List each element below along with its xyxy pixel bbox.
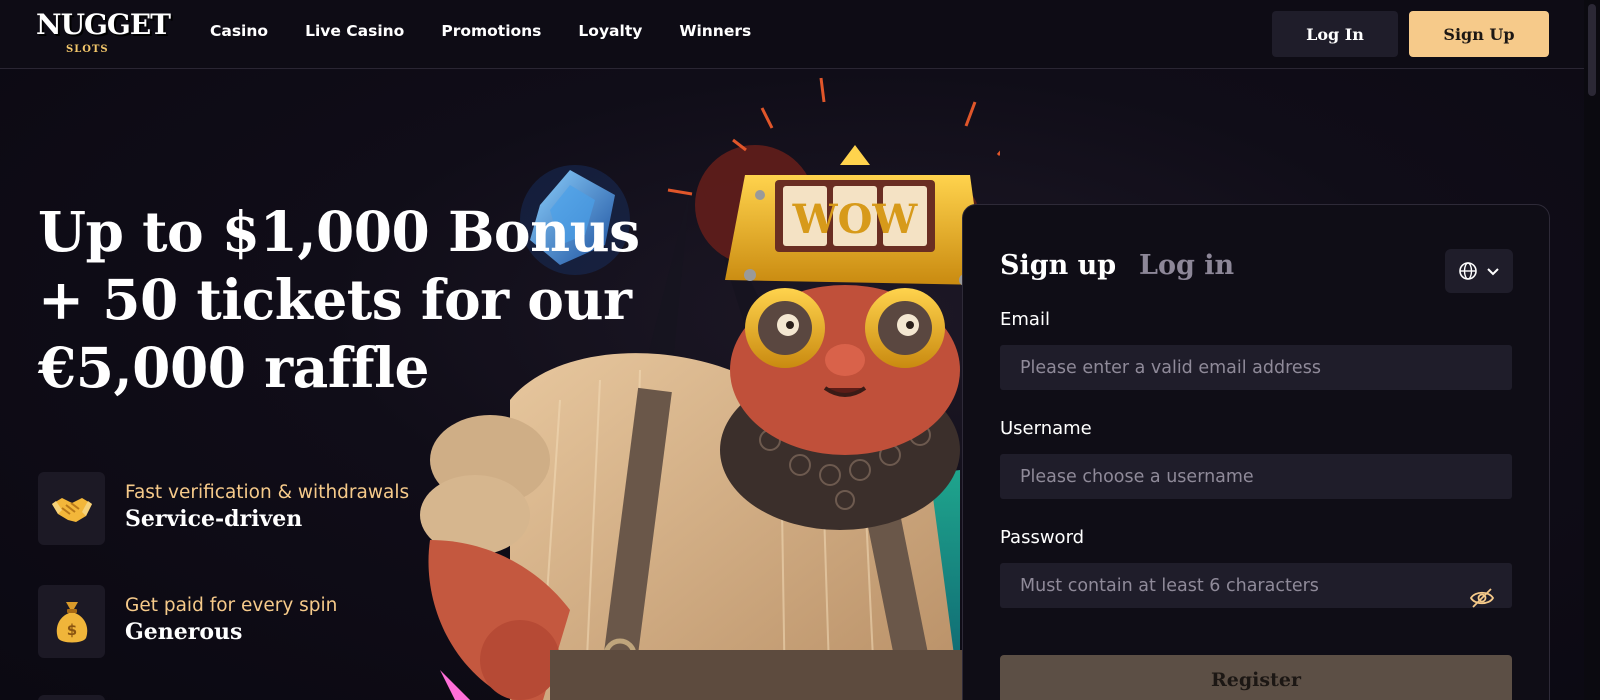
feature-subtitle: Get paid for every spin — [125, 595, 338, 616]
scrollbar-thumb[interactable] — [1588, 4, 1596, 96]
password-field[interactable] — [1000, 563, 1512, 608]
feature-subtitle: Fast verification & withdrawals — [125, 482, 410, 503]
handshake-icon — [51, 497, 92, 522]
toggle-password-visibility-button[interactable] — [1467, 583, 1497, 613]
header-login-button[interactable]: Log In — [1272, 11, 1398, 57]
logo-subtitle: SLOTS — [66, 44, 109, 55]
logo-wordmark: NUGGET — [36, 8, 171, 41]
email-label: Email — [1000, 309, 1050, 330]
nav-item-winners[interactable]: Winners — [679, 22, 751, 40]
feature-icon-box-partial — [38, 695, 105, 700]
password-label: Password — [1000, 527, 1085, 548]
feature-title: Service-driven — [125, 506, 303, 532]
wow-sign-text: WOW — [792, 196, 919, 243]
eye-slash-icon — [1469, 588, 1495, 608]
nav-item-loyalty[interactable]: Loyalty — [578, 22, 642, 40]
page: NUGGET SLOTS Casino Live Casino Promotio… — [0, 0, 1600, 700]
nugget-slots-logo[interactable]: NUGGET SLOTS — [36, 8, 171, 60]
hero-title: Up to $1,000 Bonus + 50 tickets for our … — [38, 198, 678, 402]
tab-signup[interactable]: Sign up — [1000, 250, 1116, 281]
page-scrollbar[interactable] — [1584, 0, 1600, 700]
feature-icon-box: $ — [38, 585, 105, 658]
register-button[interactable]: Register — [1000, 655, 1512, 700]
svg-text:$: $ — [66, 621, 76, 639]
main-nav: Casino Live Casino Promotions Loyalty Wi… — [210, 22, 788, 40]
feature-service-driven: Fast verification & withdrawals Service-… — [38, 472, 458, 547]
header-signup-button[interactable]: Sign Up — [1409, 11, 1549, 57]
tab-login[interactable]: Log in — [1139, 250, 1234, 281]
globe-icon — [1459, 262, 1477, 280]
nav-item-casino[interactable]: Casino — [210, 22, 268, 40]
hero-title-line-2: + 50 tickets for our — [38, 267, 632, 332]
language-selector[interactable] — [1445, 249, 1513, 293]
nav-item-live-casino[interactable]: Live Casino — [305, 22, 404, 40]
hero-title-line-3: €5,000 raffle — [38, 335, 429, 400]
chevron-down-icon — [1487, 268, 1499, 276]
money-bag-icon: $ — [56, 601, 87, 642]
hero-title-line-1: Up to $1,000 Bonus — [38, 199, 640, 264]
top-header: NUGGET SLOTS Casino Live Casino Promotio… — [0, 0, 1584, 69]
feature-icon-box — [38, 472, 105, 545]
signup-panel: Sign up Log in Email Username Password — [962, 204, 1550, 700]
nav-item-promotions[interactable]: Promotions — [441, 22, 541, 40]
feature-title: Generous — [125, 619, 243, 645]
username-field[interactable] — [1000, 454, 1512, 499]
email-field[interactable] — [1000, 345, 1512, 390]
feature-generous: $ Get paid for every spin Generous — [38, 585, 458, 660]
username-label: Username — [1000, 418, 1092, 439]
